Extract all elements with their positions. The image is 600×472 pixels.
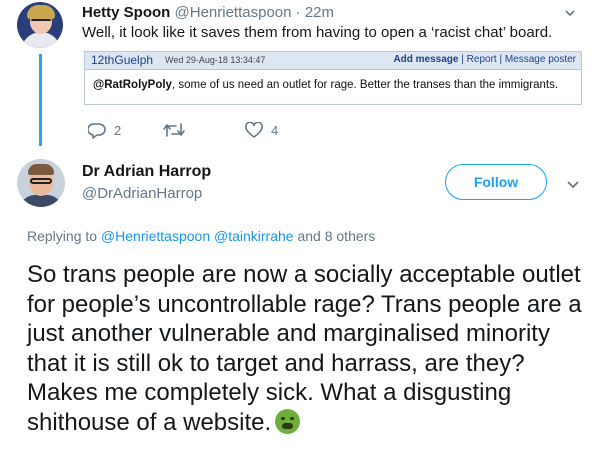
forum-date: Wed 29-Aug-18 13:34:47: [165, 55, 266, 65]
parent-tweet-header: Hetty Spoon @Henriettaspoon · 22m: [82, 4, 334, 21]
separator-dot: ·: [295, 4, 301, 21]
parent-tweet-text: Well, it look like it saves them from ha…: [82, 24, 553, 41]
replying-suffix[interactable]: and 8 others: [294, 228, 375, 244]
embedded-forum-post[interactable]: 12thGuelph Wed 29-Aug-18 13:34:47 Add me…: [84, 51, 582, 105]
author-handle[interactable]: @DrAdrianHarrop: [82, 185, 202, 202]
mention-link[interactable]: @Henriettaspoon: [101, 228, 210, 244]
author-handle[interactable]: @Henriettaspoon: [175, 4, 292, 21]
forum-mention: @RatRolyPoly: [93, 79, 172, 91]
replying-prefix: Replying to: [27, 228, 101, 244]
report-link: Report: [466, 54, 497, 65]
tweet-text: So trans people are now a socially accep…: [27, 261, 582, 436]
forum-message-text: , some of us need an outlet for rage. Be…: [171, 79, 559, 91]
reply-icon: [88, 123, 106, 139]
chevron-down-icon[interactable]: [565, 8, 575, 18]
nauseated-face-icon: [275, 408, 301, 434]
chevron-down-icon[interactable]: [567, 180, 579, 190]
forum-post-header: 12thGuelph Wed 29-Aug-18 13:34:47 Add me…: [85, 52, 581, 70]
thread-connector: [39, 54, 42, 146]
divider: |: [499, 54, 503, 65]
retweet-button[interactable]: [163, 122, 185, 138]
retweet-icon: [163, 123, 185, 137]
author-name[interactable]: Hetty Spoon: [82, 4, 170, 21]
forum-actions: Add message | Report | Message poster: [393, 54, 576, 65]
forum-username: 12thGuelph: [91, 53, 154, 67]
replying-to: Replying to @Henriettaspoon @tainkirrahe…: [27, 228, 375, 244]
follow-button[interactable]: Follow: [445, 164, 547, 200]
mention-link[interactable]: @tainkirrahe: [214, 228, 294, 244]
message-poster-link: Message poster: [504, 54, 576, 65]
reply-count: 2: [114, 123, 122, 138]
heart-icon: [245, 122, 263, 138]
reply-button[interactable]: 2: [88, 122, 121, 139]
tweet-body: So trans people are now a socially accep…: [27, 260, 593, 437]
avatar-adrian-harrop[interactable]: [17, 159, 65, 207]
author-name[interactable]: Dr Adrian Harrop: [82, 163, 211, 181]
like-button[interactable]: 4: [245, 122, 278, 138]
add-message-link: Add message: [393, 54, 459, 65]
divider: |: [461, 54, 464, 65]
tweet-timestamp[interactable]: 22m: [305, 4, 334, 21]
forum-message: @RatRolyPoly, some of us need an outlet …: [93, 79, 558, 91]
avatar-hetty-spoon[interactable]: [17, 2, 63, 48]
like-count: 4: [271, 122, 279, 138]
